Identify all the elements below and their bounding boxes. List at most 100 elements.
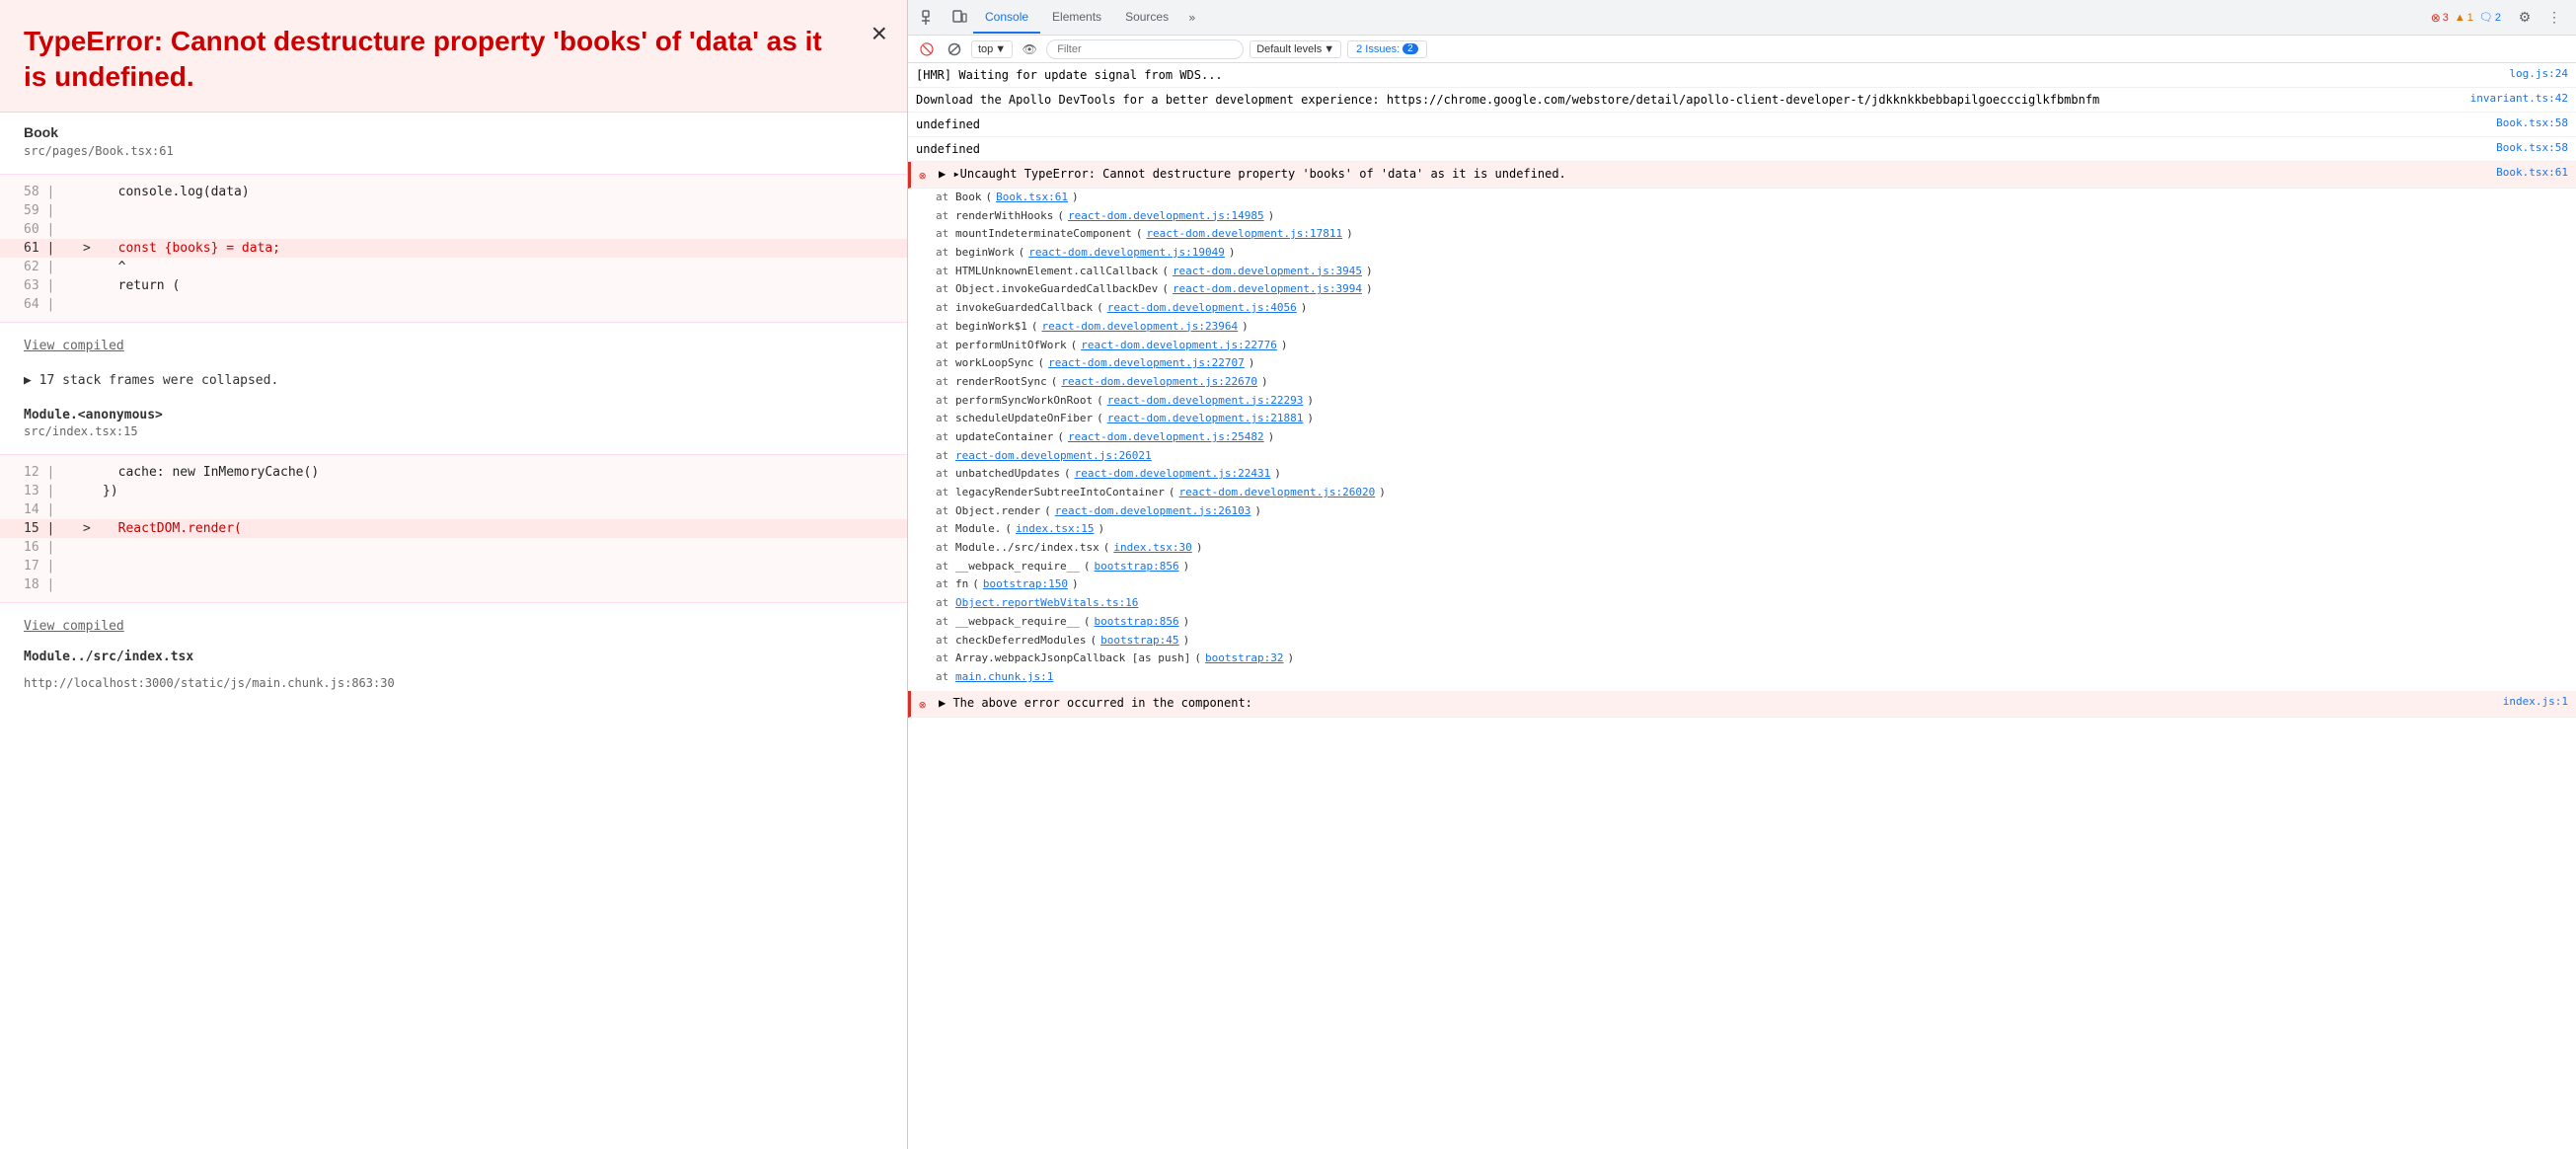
line-number: 64 | [24, 297, 83, 312]
trace-file-link[interactable]: react-dom.development.js:25482 [1068, 428, 1264, 447]
at-text: at [936, 189, 951, 207]
console-error-line[interactable]: ⊗▶ ▸Uncaught TypeError: Cannot destructu… [908, 162, 2576, 189]
more-menu-button[interactable]: ⋮ [2540, 4, 2568, 32]
code-text [103, 577, 165, 592]
func-name: __webpack_require__ [955, 558, 1080, 576]
trace-line: atreact-dom.development.js:26021 [936, 447, 2568, 466]
trace-file-link[interactable]: index.tsx:30 [1113, 539, 1191, 558]
issues-button[interactable]: 2 Issues: 2 [1347, 40, 1427, 58]
info-line-link[interactable]: invariant.ts:42 [2470, 91, 2568, 108]
tab-sources[interactable]: Sources [1113, 2, 1180, 34]
at-text: at [936, 502, 951, 521]
trace-file-link[interactable]: react-dom.development.js:19049 [1028, 244, 1225, 263]
trace-file-link[interactable]: bootstrap:856 [1094, 613, 1178, 632]
func-name: __webpack_require__ [955, 613, 1080, 632]
tab-console[interactable]: Console [973, 2, 1040, 34]
func-name: Object.render [955, 502, 1040, 521]
trace-file-link[interactable]: react-dom.development.js:22776 [1081, 337, 1277, 355]
trace-file-link[interactable]: bootstrap:856 [1094, 558, 1178, 576]
trace-file-link[interactable]: index.tsx:15 [1016, 520, 1094, 539]
trace-file-link[interactable]: react-dom.development.js:22431 [1075, 465, 1271, 484]
info-line-content: Download the Apollo DevTools for a bette… [916, 91, 2464, 109]
line-number: 62 | [24, 260, 83, 274]
func-name: HTMLUnknownElement.callCallback [955, 263, 1158, 281]
eye-button[interactable]: 👁 [1019, 38, 1040, 60]
func-name: updateContainer [955, 428, 1053, 447]
at-text: at [936, 280, 951, 299]
trace-file-link[interactable]: react-dom.development.js:21881 [1107, 410, 1304, 428]
trace-file-link[interactable]: bootstrap:32 [1205, 650, 1283, 668]
settings-button[interactable]: ⚙ [2511, 4, 2538, 32]
console-error-line[interactable]: ⊗▶ The above error occurred in the compo… [908, 691, 2576, 718]
top-context-dropdown[interactable]: top ▼ [971, 40, 1013, 58]
trace-file-link[interactable]: react-dom.development.js:14985 [1068, 207, 1264, 226]
trace-file-link[interactable]: react-dom.development.js:22293 [1107, 392, 1304, 411]
code-line: 61 |> const {books} = data; [0, 239, 907, 258]
info-line-link[interactable]: Book.tsx:58 [2496, 115, 2568, 132]
inspect-icon-btn[interactable] [916, 4, 944, 32]
trace-line: at__webpack_require__(bootstrap:856) [936, 613, 2568, 632]
func-name: scheduleUpdateOnFiber [955, 410, 1093, 428]
module-anon: Module.<anonymous> [24, 408, 883, 422]
default-levels-arrow: ▼ [1324, 43, 1334, 55]
line-arrow [83, 502, 103, 517]
trace-line: atscheduleUpdateOnFiber(react-dom.develo… [936, 410, 2568, 428]
device-icon-btn[interactable] [946, 4, 973, 32]
trace-file-link[interactable]: react-dom.development.js:17811 [1146, 225, 1342, 244]
func-name: legacyRenderSubtreeIntoContainer [955, 484, 1165, 502]
at-text: at [936, 337, 951, 355]
trace-file-link[interactable]: react-dom.development.js:4056 [1107, 299, 1297, 318]
trace-line: atObject.invokeGuardedCallbackDev(react-… [936, 280, 2568, 299]
info-line-link[interactable]: Book.tsx:58 [2496, 140, 2568, 157]
block-icon-btn[interactable] [944, 38, 965, 60]
devtools-top-row: Console Elements Sources » ⊗ 3 ▲ 1 🗨 2 ⚙… [908, 0, 2576, 36]
default-levels-dropdown[interactable]: Default levels ▼ [1250, 40, 1341, 58]
error-line-link[interactable]: index.js:1 [2503, 694, 2568, 711]
trace-file-link[interactable]: bootstrap:45 [1100, 632, 1178, 651]
console-info-line: [HMR] Waiting for update signal from WDS… [908, 63, 2576, 88]
trace-file-link[interactable]: react-dom.development.js:22707 [1048, 354, 1245, 373]
view-compiled-2[interactable]: View compiled [0, 611, 907, 642]
trace-file-link[interactable]: main.chunk.js:1 [955, 668, 1053, 687]
trace-file-link[interactable]: Book.tsx:61 [996, 189, 1068, 207]
clear-console-button[interactable]: 🚫 [916, 38, 938, 60]
code-line: 58 | console.log(data) [0, 183, 907, 201]
func-name: Object.invokeGuardedCallbackDev [955, 280, 1158, 299]
func-name: workLoopSync [955, 354, 1033, 373]
trace-file-link[interactable]: react-dom.development.js:3945 [1173, 263, 1362, 281]
trace-file-link[interactable]: react-dom.development.js:23964 [1041, 318, 1238, 337]
file-link-paren: ( [1057, 428, 1064, 447]
func-name: beginWork$1 [955, 318, 1027, 337]
info-count: 2 [2495, 12, 2501, 24]
trace-file-link[interactable]: react-dom.development.js:22670 [1061, 373, 1257, 392]
trace-file-link[interactable]: react-dom.development.js:26021 [955, 447, 1152, 466]
close-paren: ) [1366, 263, 1373, 281]
info-line-link[interactable]: log.js:24 [2509, 66, 2568, 83]
at-text: at [936, 207, 951, 226]
code-line: 13 | }) [0, 482, 907, 500]
filter-input[interactable] [1046, 39, 1244, 59]
view-compiled-1[interactable]: View compiled [0, 331, 907, 361]
trace-file-link[interactable]: Object.reportWebVitals.ts:16 [955, 594, 1138, 613]
at-text: at [936, 225, 951, 244]
tab-more[interactable]: » [1180, 11, 1203, 25]
func-name: beginWork [955, 244, 1015, 263]
warning-count-badge: ▲ 1 [2455, 12, 2473, 24]
code-line: 63 | return ( [0, 276, 907, 295]
error-line-link[interactable]: Book.tsx:61 [2496, 165, 2568, 182]
code-line: 17 | [0, 557, 907, 575]
code-line: 18 | [0, 575, 907, 594]
close-button[interactable]: × [871, 20, 887, 47]
line-arrow: > [83, 241, 103, 256]
trace-file-link[interactable]: react-dom.development.js:3994 [1173, 280, 1362, 299]
console-toolbar: 🚫 top ▼ 👁 Default levels ▼ 2 Issues: 2 [908, 36, 2576, 63]
close-paren: ) [1268, 428, 1275, 447]
trace-file-link[interactable]: react-dom.development.js:26020 [1179, 484, 1376, 502]
code-line: 60 | [0, 220, 907, 239]
warning-count: 1 [2467, 12, 2473, 24]
trace-file-link[interactable]: react-dom.development.js:26103 [1055, 502, 1251, 521]
collapsed-frames[interactable]: ▶ 17 stack frames were collapsed. [0, 361, 907, 400]
trace-line: atworkLoopSync(react-dom.development.js:… [936, 354, 2568, 373]
tab-elements[interactable]: Elements [1040, 2, 1113, 34]
trace-file-link[interactable]: bootstrap:150 [983, 575, 1068, 594]
